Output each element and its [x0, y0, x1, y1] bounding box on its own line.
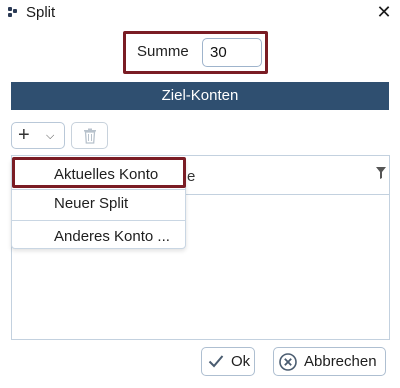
close-icon[interactable]: ✕ [375, 2, 393, 22]
menu-item-highlight-box [12, 157, 186, 188]
add-dropdown-button[interactable]: + ⌵ [11, 122, 65, 149]
app-icon [7, 6, 17, 18]
cancel-circle-icon [279, 353, 297, 371]
chevron-down-icon: ⌵ [46, 130, 55, 142]
trash-icon [84, 128, 96, 144]
summe-input[interactable] [202, 38, 262, 67]
title-bar: Split ✕ [0, 0, 400, 26]
grid-column-header[interactable]: e [187, 168, 195, 185]
menu-item-anderes-konto[interactable]: Anderes Konto ... [12, 223, 185, 251]
cancel-button[interactable]: Abbrechen [273, 347, 386, 376]
menu-item-neuer-split[interactable]: Neuer Split [12, 190, 185, 218]
summe-label: Summe [137, 43, 189, 60]
split-dialog: Split ✕ Summe Ziel-Konten + ⌵ e Aktuelle… [0, 0, 400, 388]
window-title: Split [26, 4, 56, 21]
delete-button[interactable] [71, 122, 108, 149]
ziel-konten-header: Ziel-Konten [11, 82, 389, 110]
filter-icon[interactable] [376, 167, 386, 179]
ok-label: Ok [231, 353, 251, 370]
menu-divider [12, 220, 185, 221]
ok-button[interactable]: Ok [201, 347, 255, 376]
checkmark-icon [208, 355, 224, 368]
plus-icon: + [18, 124, 30, 146]
cancel-label: Abbrechen [304, 353, 377, 370]
